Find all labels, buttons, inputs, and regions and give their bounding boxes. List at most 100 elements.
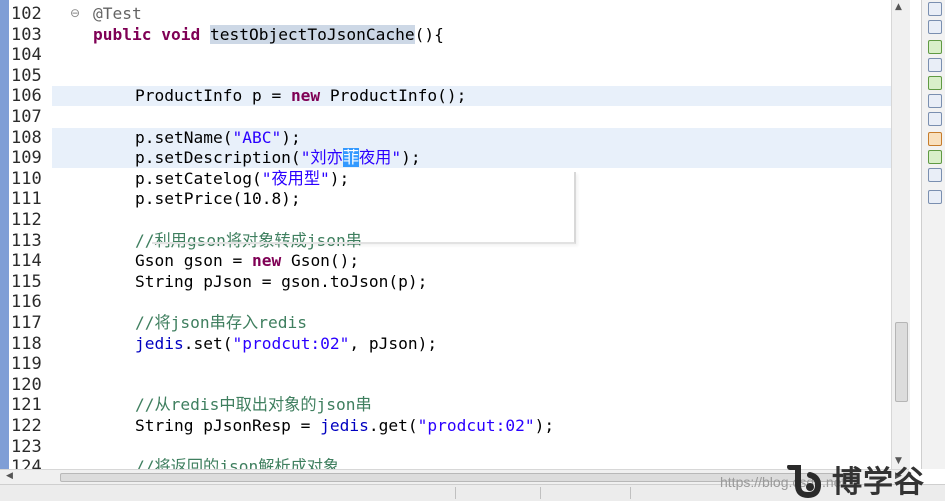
code-token: p.setDescription(	[135, 148, 301, 168]
code-line[interactable]: 123	[0, 437, 891, 457]
line-number: 124	[11, 457, 42, 469]
code-token: 菲	[342, 148, 359, 168]
vertical-scrollbar-thumb[interactable]	[895, 322, 908, 402]
code-token: "prodcut:02"	[232, 333, 350, 353]
code-line[interactable]: 105	[0, 66, 891, 86]
code-line[interactable]: 116	[0, 292, 891, 312]
status-separator	[455, 487, 456, 499]
line-number: 119	[11, 354, 42, 375]
line-number: 111	[11, 189, 42, 210]
code-line[interactable]: 114 Gson gson = new Gson();	[0, 251, 891, 271]
line-number: 108	[11, 127, 42, 148]
line-number: 122	[11, 416, 42, 436]
breakpoints-icon[interactable]	[928, 150, 942, 164]
code-text: //从redis中取出对象的json串	[135, 395, 372, 415]
fold-toggle-icon[interactable]: ⊖	[70, 7, 82, 19]
code-token: );	[534, 416, 555, 435]
servers-icon[interactable]	[928, 112, 942, 126]
code-text: p.setDescription("刘亦菲夜用");	[135, 148, 421, 168]
task-list-icon[interactable]	[928, 20, 942, 34]
vertical-scrollbar[interactable]: ▲ ▼	[891, 0, 910, 469]
code-line[interactable]: 106 ProductInfo p = new ProductInfo();	[0, 86, 891, 107]
code-token: (){	[414, 24, 444, 44]
code-token: .get(	[368, 416, 418, 435]
line-number: 114	[11, 251, 42, 272]
scroll-left-arrow-icon[interactable]: ◀	[6, 471, 13, 481]
code-text: String pJson = gson.toJson(p);	[135, 272, 427, 292]
line-number: 109	[11, 148, 42, 169]
code-token: jedis	[320, 416, 369, 435]
code-token: //从redis中取出对象的json串	[135, 395, 372, 415]
code-line[interactable]: 119	[0, 354, 891, 374]
code-text: @Test	[93, 4, 142, 24]
watermark-logo: 博学谷	[786, 465, 945, 500]
line-number: 102	[11, 4, 42, 24]
line-number: 103	[11, 24, 42, 45]
line-number: 106	[11, 86, 42, 107]
code-line[interactable]: 111 p.setPrice(10.8);	[0, 189, 891, 209]
code-token: ProductInfo();	[320, 86, 467, 106]
line-number: 110	[11, 168, 42, 189]
code-text: //利用gson将对象转成json串	[135, 231, 362, 251]
line-number: 116	[11, 292, 42, 313]
code-token: );	[401, 148, 421, 168]
code-token: Gson();	[281, 251, 360, 271]
code-token: //将json串存入redis	[135, 313, 307, 332]
line-number: 121	[11, 395, 42, 416]
console-icon[interactable]	[928, 94, 942, 108]
hierarchy-icon[interactable]	[928, 40, 942, 54]
code-line[interactable]: 124 //将返回的json解析成对象	[0, 457, 891, 469]
code-line[interactable]: 112	[0, 210, 891, 230]
code-line[interactable]: 113 //利用gson将对象转成json串	[0, 231, 891, 251]
code-line[interactable]: 118 jedis.set("prodcut:02", pJson);	[0, 334, 891, 354]
right-tool-strip	[921, 0, 945, 469]
code-token: void	[161, 24, 201, 44]
search-view-icon[interactable]	[928, 168, 942, 182]
code-token: String pJsonResp =	[135, 416, 321, 435]
code-line[interactable]: 107	[0, 107, 891, 127]
debug-icon[interactable]	[928, 132, 942, 146]
code-text: //将json串存入redis	[135, 313, 307, 333]
line-number: 123	[11, 436, 42, 457]
code-line[interactable]: 120	[0, 375, 891, 395]
code-line[interactable]: 117 //将json串存入redis	[0, 313, 891, 333]
code-token: p.setName(	[135, 127, 233, 147]
code-text: //将返回的json解析成对象	[135, 457, 339, 469]
status-separator	[630, 487, 631, 499]
run-icon[interactable]	[928, 76, 942, 90]
code-line[interactable]: 121 //从redis中取出对象的json串	[0, 395, 891, 415]
code-line[interactable]: 108 p.setName("ABC");	[0, 127, 891, 148]
code-text: ProductInfo p = new ProductInfo();	[135, 86, 466, 106]
line-number: 117	[11, 313, 42, 333]
code-token: public	[93, 24, 152, 44]
code-line[interactable]: 104	[0, 45, 891, 65]
code-token: @Test	[93, 4, 142, 23]
line-number: 115	[11, 271, 42, 292]
code-text: p.setName("ABC");	[135, 128, 301, 148]
package-explorer-icon[interactable]	[928, 58, 942, 72]
code-text: Gson gson = new Gson();	[135, 251, 359, 271]
progress-view-icon[interactable]	[928, 190, 942, 204]
code-line[interactable]: 115 String pJson = gson.toJson(p);	[0, 272, 891, 292]
watermark-logo-icon	[787, 465, 822, 499]
code-token: .set(	[183, 333, 233, 353]
code-line[interactable]: 110 p.setCatelog("夜用型");	[0, 169, 891, 189]
code-line[interactable]: 109 p.setDescription("刘亦菲夜用");	[0, 148, 891, 169]
code-token: );	[281, 127, 301, 147]
scroll-up-arrow-icon[interactable]: ▲	[895, 2, 902, 12]
code-line[interactable]: 122 String pJsonResp = jedis.get("prodcut…	[0, 416, 891, 436]
code-line[interactable]: 103 public void testObjectToJsonCache(){	[0, 24, 891, 45]
line-number: 104	[11, 45, 42, 66]
line-number: 118	[11, 333, 42, 354]
code-token: p.setPrice(10.8);	[135, 189, 301, 209]
code-token: p.setCatelog(	[135, 168, 262, 188]
code-token: testObjectToJsonCache	[209, 24, 415, 44]
code-token: String pJson = gson.toJson(p);	[135, 271, 428, 291]
code-editor[interactable]: 102 ⊖ @Test 103 public void testObjectToJson…	[0, 0, 891, 469]
code-token: //利用gson将对象转成json串	[135, 230, 362, 250]
outline-view-icon[interactable]	[928, 2, 942, 16]
code-token: new	[290, 86, 321, 106]
code-line[interactable]: 102 ⊖ @Test	[0, 4, 891, 24]
code-token: Gson gson =	[135, 251, 252, 271]
